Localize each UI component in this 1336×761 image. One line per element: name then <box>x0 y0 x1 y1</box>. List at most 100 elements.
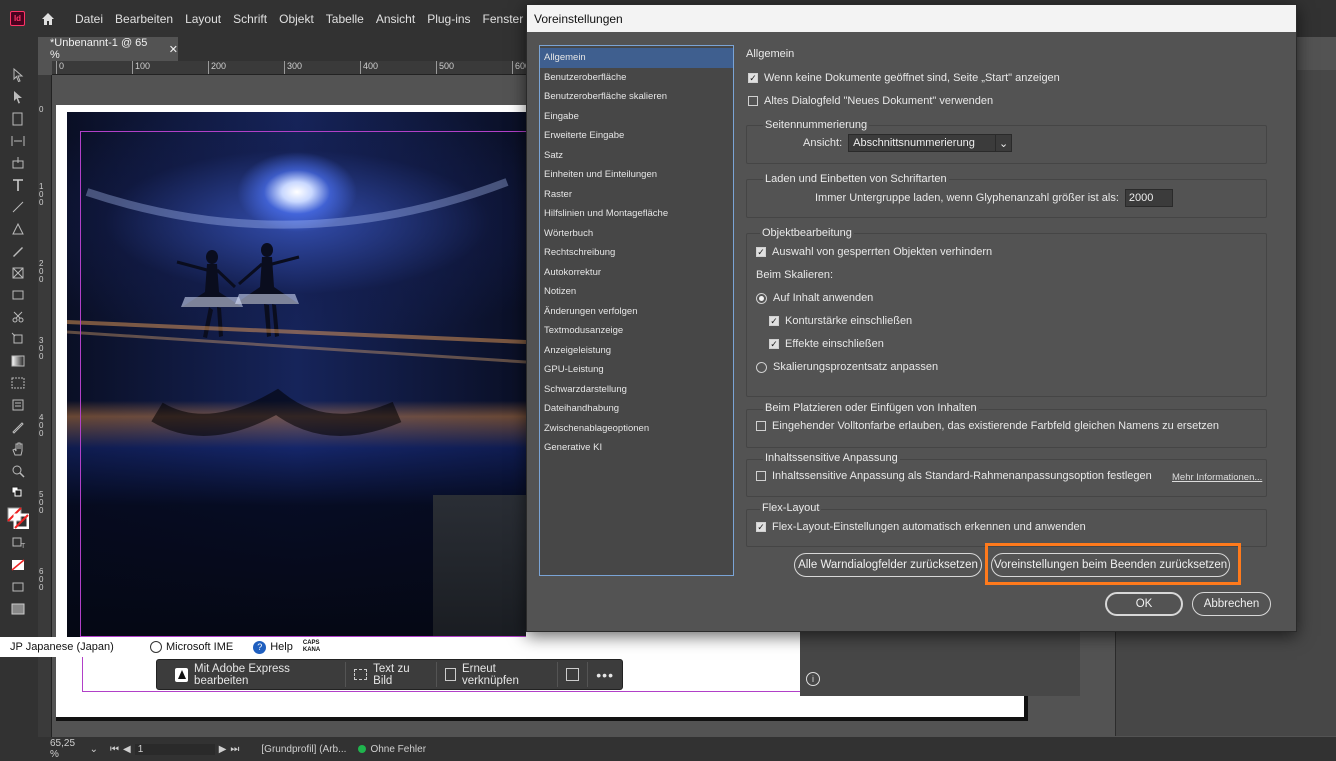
preflight-status[interactable]: Ohne Fehler <box>352 744 432 755</box>
preferences-category-item[interactable]: Eingabe <box>540 107 733 127</box>
preferences-category-item[interactable]: Dateihandhabung <box>540 399 733 419</box>
more-options-button[interactable]: ••• <box>587 662 622 687</box>
menu-item[interactable]: Plug-ins <box>421 12 476 26</box>
preferences-category-item[interactable]: Änderungen verfolgen <box>540 302 733 322</box>
ime-help[interactable]: ? Help <box>243 640 303 654</box>
formatting-affects-container-icon[interactable]: T <box>7 533 29 554</box>
type-tool-icon[interactable] <box>7 175 29 196</box>
close-tab-icon[interactable]: ✕ <box>169 43 178 56</box>
checkbox-checked-icon[interactable]: ✓ <box>748 73 758 83</box>
rectangle-frame-tool-icon[interactable] <box>7 263 29 284</box>
scissors-tool-icon[interactable] <box>7 306 29 327</box>
preferences-category-item[interactable]: Einheiten und Einteilungen <box>540 165 733 185</box>
selection-tool-icon[interactable] <box>7 65 29 86</box>
preferences-category-item[interactable]: Notizen <box>540 282 733 302</box>
preferences-category-item[interactable]: Hilfslinien und Montagefläche <box>540 204 733 224</box>
direct-selection-tool-icon[interactable] <box>7 87 29 108</box>
checkbox-checked-icon[interactable]: ✓ <box>756 522 766 532</box>
document-tab[interactable]: *Unbenannt-1 @ 65 % ✕ <box>38 37 178 61</box>
menu-item[interactable]: Objekt <box>273 12 320 26</box>
next-page-icon[interactable]: ▶ <box>219 744 227 755</box>
menu-item[interactable]: Fenster <box>477 12 530 26</box>
zoom-level[interactable]: 65,25 % ⌄ <box>0 738 104 760</box>
edit-in-express-button[interactable]: Mit Adobe Express bearbeiten <box>167 662 345 687</box>
pen-tool-icon[interactable] <box>7 219 29 240</box>
menu-item[interactable]: Layout <box>179 12 227 26</box>
preflight-profile[interactable]: [Grundprofil] (Arb... <box>255 744 352 755</box>
radio-selected-icon[interactable] <box>756 292 767 304</box>
opt-include-stroke[interactable]: ✓ Konturstärke einschließen <box>769 315 912 327</box>
menu-item[interactable]: Ansicht <box>370 12 421 26</box>
preferences-category-item[interactable]: Wörterbuch <box>540 224 733 244</box>
more-info-link[interactable]: Mehr Informationen... <box>1172 472 1262 483</box>
checkbox-checked-icon[interactable]: ✓ <box>769 316 779 326</box>
gradient-swatch-tool-icon[interactable] <box>7 350 29 371</box>
menu-item[interactable]: Datei <box>69 12 109 26</box>
preferences-category-item[interactable]: Benutzeroberfläche <box>540 68 733 88</box>
opt-old-dialog[interactable]: Altes Dialogfeld "Neues Dokument" verwen… <box>748 95 993 107</box>
preferences-category-item[interactable]: Raster <box>540 185 733 205</box>
checkbox-checked-icon[interactable]: ✓ <box>769 339 779 349</box>
default-colors-icon[interactable] <box>7 482 29 503</box>
menu-item[interactable]: Tabelle <box>320 12 370 26</box>
page-navigation[interactable]: ⏮ ◀ 1 ▶ ⏭ <box>104 743 245 755</box>
page-numbering-select[interactable]: Abschnittsnummerierung ⌄ <box>848 134 1013 152</box>
preferences-category-item[interactable]: Anzeigeleistung <box>540 341 733 361</box>
preferences-category-item[interactable]: Allgemein <box>540 48 733 68</box>
checkbox-unchecked-icon[interactable] <box>756 471 766 481</box>
note-tool-icon[interactable] <box>7 394 29 415</box>
preferences-category-item[interactable]: Erweiterte Eingabe <box>540 126 733 146</box>
hand-tool-icon[interactable] <box>7 438 29 459</box>
fill-stroke-swatch-icon[interactable] <box>6 504 29 532</box>
preferences-category-item[interactable]: Zwischenablageoptionen <box>540 419 733 439</box>
opt-prevent-locked[interactable]: ✓ Auswahl von gesperrten Objekten verhin… <box>756 246 992 258</box>
page-number[interactable]: 1 <box>134 743 215 755</box>
checkbox-checked-icon[interactable]: ✓ <box>756 247 766 257</box>
eyedropper-tool-icon[interactable] <box>7 416 29 437</box>
checkbox-unchecked-icon[interactable] <box>756 421 766 431</box>
gap-tool-icon[interactable] <box>7 131 29 152</box>
content-collector-icon[interactable] <box>7 153 29 174</box>
text-to-image-button[interactable]: Text zu Bild <box>345 662 436 687</box>
opt-apply-content[interactable]: Auf Inhalt anwenden <box>756 292 873 304</box>
ime-language[interactable]: JP Japanese (Japan) <box>0 641 140 653</box>
zoom-tool-icon[interactable] <box>7 460 29 481</box>
home-icon[interactable] <box>39 10 57 28</box>
opt-content-aware[interactable]: Inhaltssensitive Anpassung als Standard-… <box>756 470 1152 482</box>
info-icon[interactable]: i <box>806 672 820 686</box>
gradient-feather-tool-icon[interactable] <box>7 372 29 393</box>
rectangle-tool-icon[interactable] <box>7 285 29 306</box>
glyph-count-input[interactable]: 2000 <box>1124 189 1173 207</box>
preferences-category-item[interactable]: Rechtschreibung <box>540 243 733 263</box>
opt-include-effects[interactable]: ✓ Effekte einschließen <box>769 338 884 350</box>
ok-button[interactable]: OK <box>1105 592 1183 616</box>
radio-unselected-icon[interactable] <box>756 361 767 373</box>
preferences-category-item[interactable]: Generative KI <box>540 438 733 458</box>
dialog-title-bar[interactable]: Voreinstellungen <box>527 5 1296 32</box>
line-tool-icon[interactable] <box>7 197 29 218</box>
preferences-category-item[interactable]: Satz <box>540 146 733 166</box>
reset-warnings-button[interactable]: Alle Warndialogfelder zurücksetzen <box>794 553 982 577</box>
preferences-category-item[interactable]: Textmodusanzeige <box>540 321 733 341</box>
preferences-category-item[interactable]: GPU-Leistung <box>540 360 733 380</box>
horizontal-ruler[interactable]: 0 100 200 300 400 500 600 <box>52 61 530 75</box>
cancel-button[interactable]: Abbrechen <box>1192 592 1271 616</box>
menu-item[interactable]: Schrift <box>227 12 273 26</box>
view-mode-icon[interactable] <box>7 577 29 598</box>
checkbox-unchecked-icon[interactable] <box>748 96 758 106</box>
ime-name[interactable]: Microsoft IME <box>140 641 243 653</box>
previous-page-icon[interactable]: ◀ <box>123 744 131 755</box>
screen-mode-icon[interactable] <box>7 599 29 620</box>
opt-flex-layout[interactable]: ✓ Flex-Layout-Einstellungen automatisch … <box>756 521 1086 533</box>
preferences-category-item[interactable]: Autokorrektur <box>540 263 733 283</box>
frame-fitting-button[interactable] <box>557 662 587 687</box>
first-page-icon[interactable]: ⏮ <box>110 744 119 755</box>
page-tool-icon[interactable] <box>7 109 29 130</box>
pencil-tool-icon[interactable] <box>7 241 29 262</box>
last-page-icon[interactable]: ⏭ <box>230 744 239 755</box>
opt-placing[interactable]: Eingehender Volltonfarbe erlauben, das e… <box>756 420 1219 432</box>
menu-item[interactable]: Bearbeiten <box>109 12 179 26</box>
preferences-category-item[interactable]: Benutzeroberfläche skalieren <box>540 87 733 107</box>
apply-none-icon[interactable] <box>7 555 29 576</box>
free-transform-tool-icon[interactable] <box>7 328 29 349</box>
